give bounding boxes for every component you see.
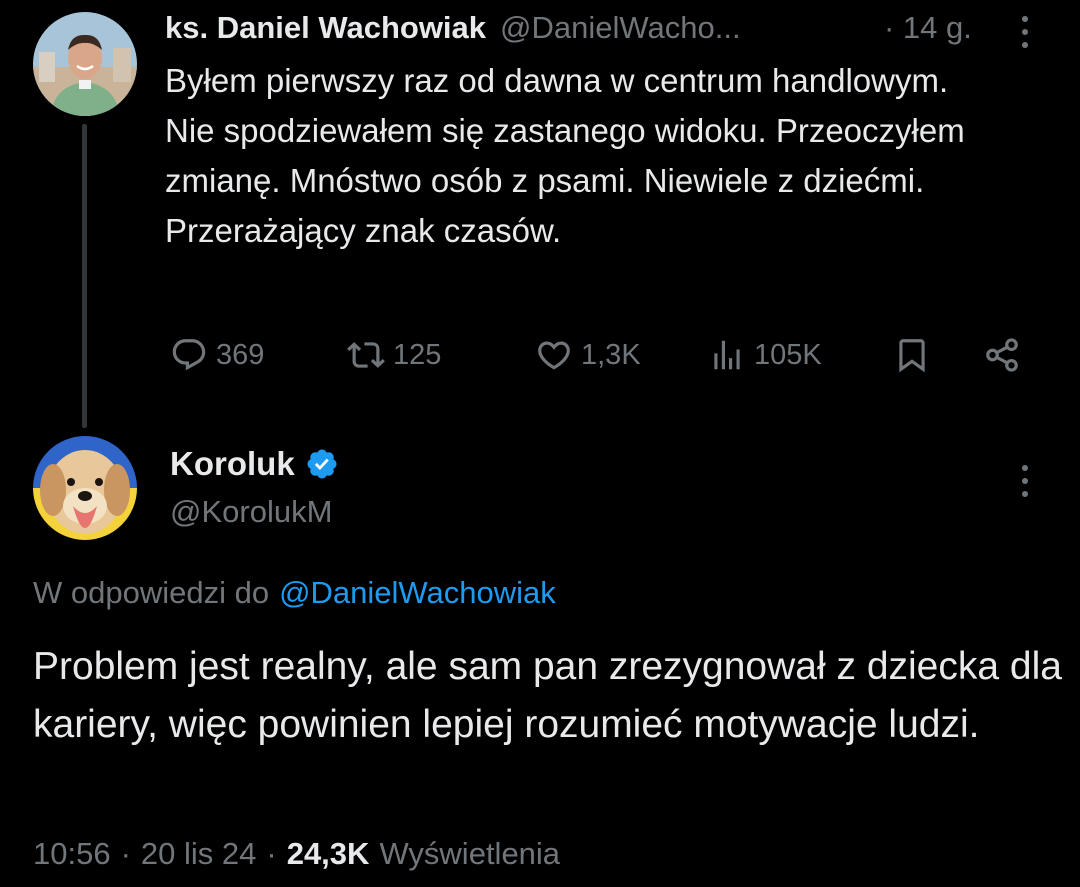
parent-author-header: ks. Daniel Wachowiak @DanielWacho... — [165, 6, 741, 50]
reply-more-options-icon[interactable] — [1020, 465, 1030, 497]
reply-author-avatar[interactable] — [33, 436, 137, 540]
parent-tweet-time[interactable]: · 14 g. — [884, 6, 972, 50]
speech-bubble-icon — [172, 339, 206, 371]
retweet-icon — [347, 342, 385, 368]
like-button[interactable]: 1,3K — [535, 332, 641, 378]
meta-separator: · — [120, 836, 131, 871]
reply-button[interactable]: 369 — [170, 332, 264, 378]
bookmark-button[interactable] — [893, 332, 931, 378]
reply-tweet-time[interactable]: 10:56 — [33, 836, 111, 872]
reply-context: W odpowiedzi do @DanielWachowiak — [33, 570, 556, 616]
reply-author-handle[interactable]: @KorolukM — [170, 490, 332, 534]
reply-tweet-date[interactable]: 20 lis 24 — [141, 836, 256, 872]
tweet-thread: ks. Daniel Wachowiak @DanielWacho... · 1… — [0, 0, 1080, 887]
verified-badge-icon[interactable] — [305, 447, 339, 481]
parent-tweet-actions: 369 125 1,3K 105K — [0, 332, 1080, 378]
parent-tweet-text: Byłem pierwszy raz od dawna w centrum ha… — [165, 62, 965, 249]
retweet-count: 125 — [393, 338, 442, 371]
reply-context-prefix: W odpowiedzi do — [33, 575, 270, 610]
share-button[interactable] — [983, 332, 1021, 378]
views-button[interactable]: 105K — [708, 332, 822, 378]
heart-icon — [538, 341, 570, 370]
bar-chart-icon — [714, 340, 740, 370]
parent-more-options-icon[interactable] — [1020, 16, 1030, 48]
reply-tweet-meta: 10:56 · 20 lis 24 · 24,3K Wyświetlenia — [33, 832, 560, 876]
reply-to-mention-link[interactable]: @DanielWachowiak — [279, 575, 556, 611]
reply-views-count[interactable]: 24,3K — [287, 836, 370, 872]
reply-count: 369 — [216, 338, 265, 371]
thread-connector-line — [82, 124, 87, 428]
parent-author-avatar[interactable] — [33, 12, 137, 116]
reply-author-name[interactable]: Koroluk — [170, 445, 295, 483]
retweet-button[interactable]: 125 — [347, 332, 441, 378]
parent-author-name[interactable]: ks. Daniel Wachowiak — [165, 10, 486, 46]
parent-author-handle[interactable]: @DanielWacho... — [500, 10, 741, 46]
reply-views-label: Wyświetlenia — [379, 836, 561, 871]
like-count: 1,3K — [581, 338, 641, 371]
reply-tweet-text: Problem jest realny, ale sam pan zrezygn… — [33, 645, 1062, 746]
bookmark-icon — [899, 339, 925, 373]
reply-author-name-row: Koroluk — [170, 442, 339, 486]
share-icon — [986, 338, 1018, 372]
views-count: 105K — [754, 338, 822, 371]
meta-separator: · — [266, 836, 277, 871]
